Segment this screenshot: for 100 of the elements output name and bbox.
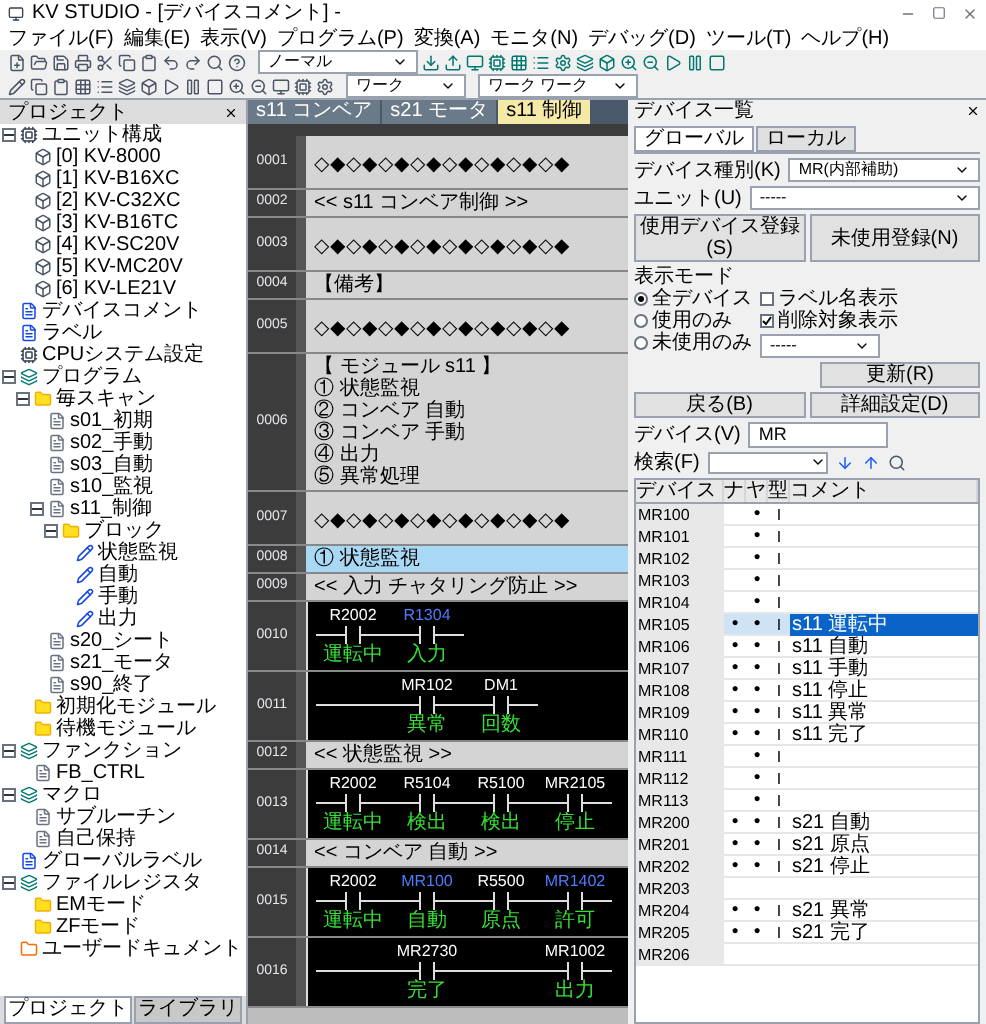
tree-item[interactable]: CPUシステム設定	[42, 344, 205, 366]
menu-item[interactable]: ツール(T)	[705, 27, 792, 49]
tree-item[interactable]: プログラム	[42, 366, 142, 388]
toolbar-icon[interactable]	[532, 53, 550, 71]
toolbar-icon[interactable]	[96, 77, 114, 95]
tree-item[interactable]: EMモード	[56, 894, 146, 916]
toolbar-icon[interactable]	[708, 53, 726, 71]
toolbar-icon[interactable]	[444, 53, 462, 71]
collapse-icon[interactable]	[2, 788, 16, 802]
collapse-icon[interactable]	[30, 502, 44, 516]
tree-item[interactable]: s11_制御	[70, 498, 152, 520]
tree-item[interactable]: ファンクション	[42, 740, 182, 762]
menu-item[interactable]: プログラム(P)	[276, 27, 404, 49]
toolbar-icon[interactable]	[228, 77, 246, 95]
toolbar-icon[interactable]	[52, 53, 70, 71]
radio-button[interactable]	[634, 336, 648, 350]
arrow-up-icon[interactable]	[861, 454, 880, 472]
action-button[interactable]: 使用デバイス登録(S)	[634, 214, 805, 262]
maximize-icon[interactable]	[932, 6, 946, 20]
toolbar-icon[interactable]	[272, 77, 290, 95]
toolbar-icon[interactable]	[686, 53, 704, 71]
search-icon[interactable]	[887, 454, 906, 472]
tree-item[interactable]: s10_監視	[70, 476, 154, 498]
collapse-icon[interactable]	[16, 392, 30, 406]
tree-item[interactable]: 手動	[98, 586, 138, 608]
toolbar-icon[interactable]	[294, 77, 312, 95]
checkbox[interactable]	[760, 314, 774, 328]
tree-item[interactable]: グローバルラベル	[42, 850, 202, 872]
action-button[interactable]: 未使用登録(N)	[809, 214, 980, 262]
table-row[interactable]: MR203	[636, 878, 978, 900]
tree-item[interactable]: ZFモード	[56, 916, 141, 938]
toolbar-icon[interactable]	[228, 53, 246, 71]
dropdown[interactable]: MR(内部補助)	[788, 158, 980, 182]
toolbar-icon[interactable]	[598, 53, 616, 71]
toolbar-icon[interactable]	[96, 53, 114, 71]
checkbox[interactable]	[760, 292, 774, 306]
update-button[interactable]: 更新(R)	[820, 362, 980, 388]
tree-item[interactable]: [2] KV-C32XC	[56, 190, 181, 212]
editor-tab[interactable]: s11 コンベア	[248, 100, 381, 124]
tree-item[interactable]: 毎スキャン	[56, 388, 156, 410]
menu-item[interactable]: ファイル(F)	[8, 27, 114, 49]
action-button[interactable]: 詳細設定(D)	[809, 392, 980, 418]
tree-item[interactable]: [0] KV-8000	[56, 146, 161, 168]
tree-item[interactable]: s21_モータ	[70, 652, 174, 674]
collapse-icon[interactable]	[2, 128, 16, 142]
toolbar-icon[interactable]	[118, 77, 136, 95]
arrow-down-icon[interactable]	[835, 454, 854, 472]
toolbar-icon[interactable]	[488, 53, 506, 71]
collapse-icon[interactable]	[2, 370, 16, 384]
tree-item[interactable]: 初期化モジュール	[56, 696, 216, 718]
toolbar-icon[interactable]	[642, 53, 660, 71]
device-input[interactable]: MR	[748, 422, 889, 448]
toolbar-icon[interactable]	[466, 53, 484, 71]
tree-item[interactable]: ファイルレジスタ	[42, 872, 202, 894]
tree-item[interactable]: s02_手動	[70, 432, 154, 454]
toolbar-icon[interactable]	[664, 53, 682, 71]
toolbar-icon[interactable]	[140, 77, 158, 95]
dropdown[interactable]: ワーク ワーク	[478, 74, 638, 98]
toolbar-icon[interactable]	[74, 77, 92, 95]
pane-tab[interactable]: ローカル	[756, 126, 856, 152]
menu-item[interactable]: 編集(E)	[123, 27, 191, 49]
tree-item[interactable]: [3] KV-B16TC	[56, 212, 179, 234]
toolbar-icon[interactable]	[8, 53, 26, 71]
toolbar-icon[interactable]	[74, 53, 92, 71]
toolbar-icon[interactable]	[554, 53, 572, 71]
pane-tab[interactable]: ライブラリ	[134, 996, 242, 1024]
tree-item[interactable]: デバイスコメント	[42, 300, 202, 322]
toolbar-icon[interactable]	[316, 77, 334, 95]
tree-item[interactable]: [6] KV-LE21V	[56, 278, 177, 300]
toolbar-icon[interactable]	[162, 53, 180, 71]
toolbar-icon[interactable]	[30, 53, 48, 71]
toolbar-icon[interactable]	[206, 53, 224, 71]
tree-item[interactable]: ラベル	[42, 322, 102, 344]
dropdown[interactable]: ノーマル	[258, 50, 418, 74]
collapse-icon[interactable]	[44, 524, 58, 538]
tree-item[interactable]: サブルーチン	[56, 806, 176, 828]
toolbar-icon[interactable]	[184, 53, 202, 71]
toolbar-icon[interactable]	[510, 53, 528, 71]
tree-item[interactable]: s90_終了	[70, 674, 154, 696]
menu-item[interactable]: デバッグ(D)	[588, 27, 696, 49]
tree-item[interactable]: FB_CTRL	[56, 762, 145, 784]
radio-button[interactable]	[634, 292, 648, 306]
toolbar-icon[interactable]	[8, 77, 26, 95]
table-row[interactable]: MR206	[636, 944, 978, 966]
dropdown[interactable]: -----	[749, 186, 980, 210]
tree-item[interactable]: [5] KV-MC20V	[56, 256, 183, 278]
toolbar-icon[interactable]	[52, 77, 70, 95]
menu-item[interactable]: ヘルプ(H)	[801, 27, 890, 49]
pane-tab[interactable]: プロジェクト	[4, 996, 132, 1024]
tree-item[interactable]: [1] KV-B16XC	[56, 168, 180, 190]
tree-item[interactable]: s01_初期	[70, 410, 154, 432]
search-dropdown[interactable]	[707, 452, 828, 474]
close-icon[interactable]	[224, 105, 238, 119]
menu-item[interactable]: モニタ(N)	[490, 27, 579, 49]
editor-tab[interactable]: s21 モータ	[382, 100, 497, 124]
editor-tab[interactable]: s11 制御	[498, 100, 591, 124]
toolbar-icon[interactable]	[206, 77, 224, 95]
tree-item[interactable]: ユニット構成	[42, 124, 162, 146]
tree-item[interactable]: 自己保持	[56, 828, 136, 850]
tree-item[interactable]: ユーザードキュメント	[42, 938, 242, 960]
